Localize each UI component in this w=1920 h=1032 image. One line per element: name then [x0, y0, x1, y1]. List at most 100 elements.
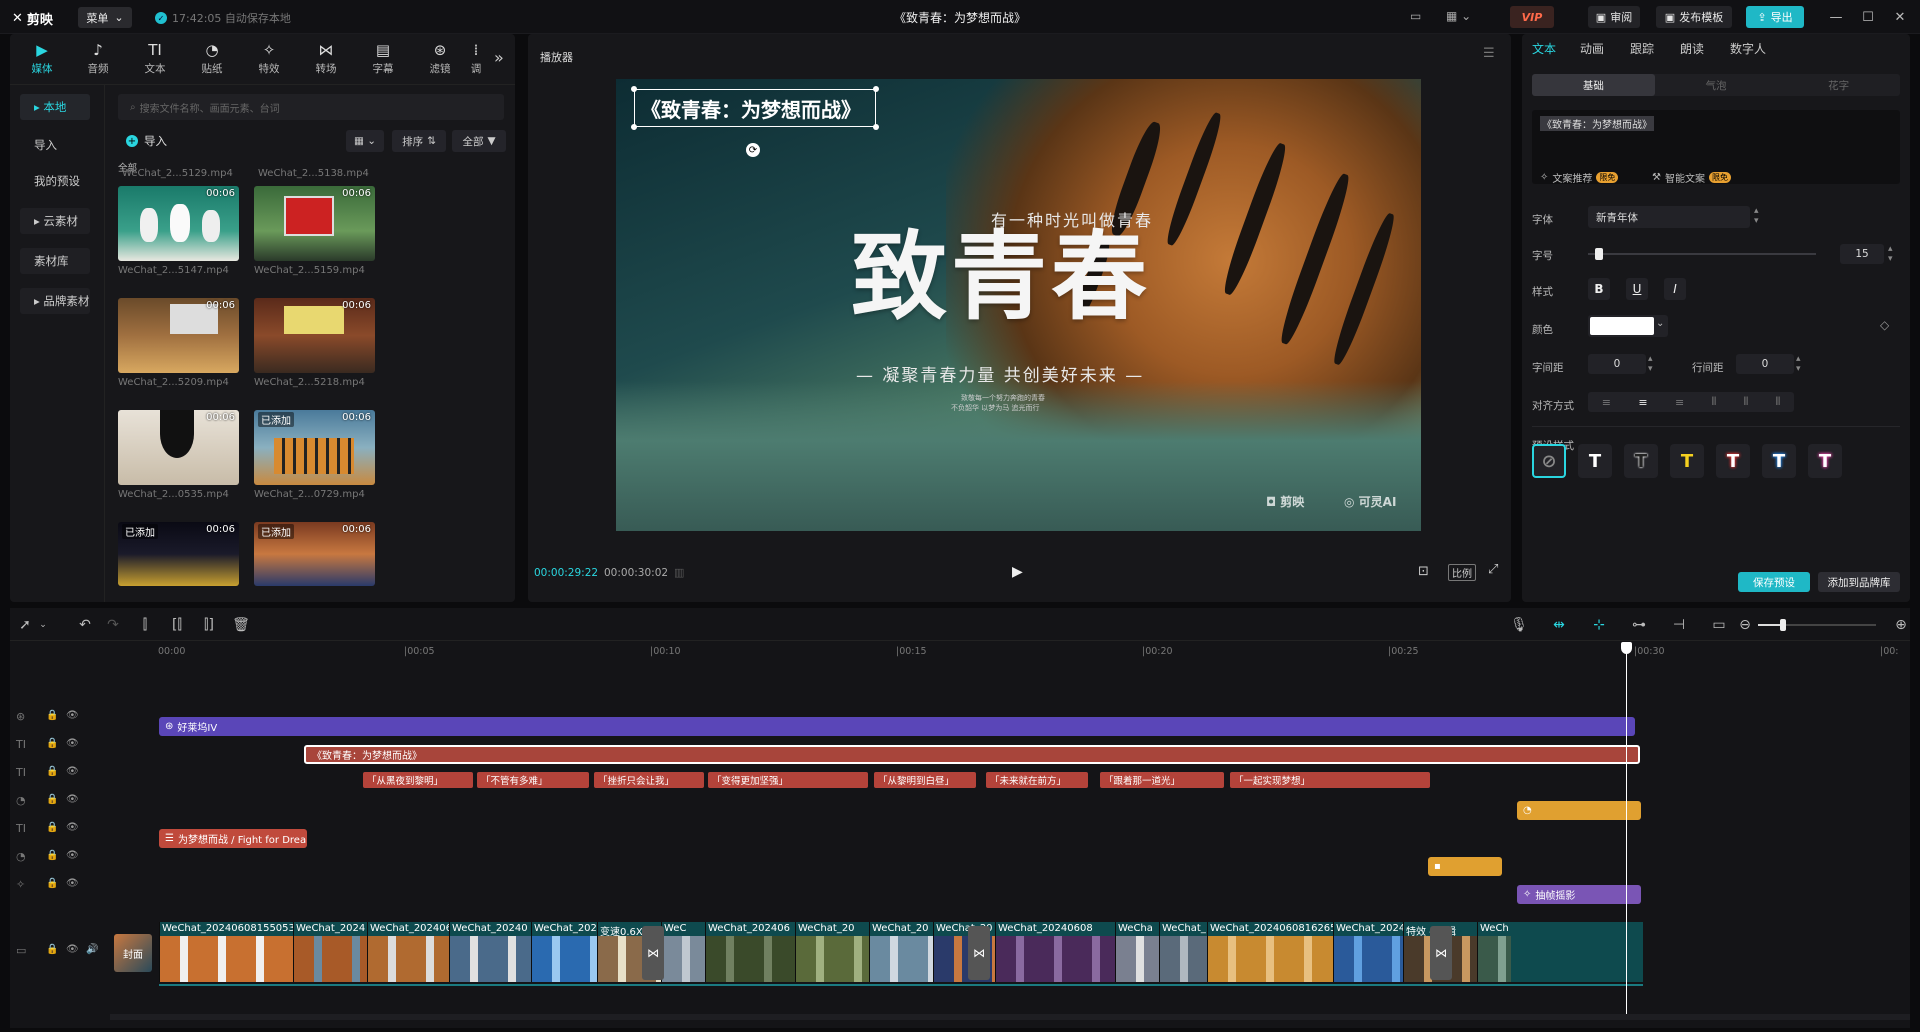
maximize-icon[interactable]: ☐: [1858, 8, 1878, 26]
lock-icon[interactable]: 🔒: [46, 822, 58, 833]
fullscreen-icon[interactable]: ⤢: [1488, 562, 1498, 577]
size-input[interactable]: 15: [1840, 244, 1884, 264]
ratio-button[interactable]: 比例: [1448, 564, 1476, 581]
effect-clip[interactable]: ✧ 抽帧摇影: [1517, 885, 1641, 904]
sidebar-item-local[interactable]: ▸ 本地: [20, 94, 90, 120]
media-item[interactable]: 00:06 WeChat_2...5159.mp4: [254, 186, 384, 276]
eye-icon[interactable]: 👁: [66, 944, 79, 955]
add-brand-button[interactable]: 添加到品牌库: [1818, 572, 1900, 592]
underline-button[interactable]: U: [1626, 278, 1648, 300]
play-icon[interactable]: ▶: [1012, 564, 1023, 580]
video-clip[interactable]: WeChat_20240608: [995, 922, 1115, 982]
horizontal-scrollbar[interactable]: [110, 1014, 1910, 1020]
media-item[interactable]: 00:06 WeChat_2...5218.mp4: [254, 298, 384, 388]
media-thumbnail[interactable]: 已添加 00:06: [254, 410, 375, 485]
video-clip[interactable]: WeC: [661, 922, 705, 982]
select-tool-icon[interactable]: ➚: [16, 616, 34, 634]
video-clip[interactable]: WeChat_202: [531, 922, 597, 982]
eye-icon[interactable]: 👁: [66, 794, 79, 805]
media-item[interactable]: 00:06 WeChat_2...5209.mp4: [118, 298, 248, 388]
title-text-clip[interactable]: 《致青春：为梦想而战》: [304, 745, 1640, 764]
eye-icon[interactable]: 👁: [66, 850, 79, 861]
tab-adjust[interactable]: ⁞ 调: [465, 39, 487, 79]
copy-recommend-button[interactable]: ✧ 文案推荐 限免: [1540, 170, 1619, 185]
subtitle-clip[interactable]: 「变得更加坚强」: [708, 772, 868, 788]
filter-all-button[interactable]: 全部 ▼: [452, 130, 506, 152]
sidebar-item-presets[interactable]: 我的预设: [20, 168, 90, 194]
tab-sticker[interactable]: ◔ 贴纸: [184, 39, 240, 79]
media-item[interactable]: 00:06 WeChat_2...5147.mp4: [118, 186, 248, 276]
letter-spacing-input[interactable]: 0: [1588, 354, 1646, 374]
tab-captions[interactable]: ▤ 字幕: [355, 39, 411, 79]
tab-transition[interactable]: ⋈ 转场: [298, 39, 354, 79]
media-item[interactable]: 已添加 00:06: [118, 522, 239, 586]
tab-filter[interactable]: ⊛ 滤镜: [412, 39, 468, 79]
resize-handle[interactable]: [631, 124, 637, 130]
tab-audio[interactable]: ♪ 音频: [70, 39, 126, 79]
lock-icon[interactable]: 🔒: [46, 944, 58, 955]
player-menu-icon[interactable]: ☰: [1483, 46, 1495, 61]
video-clip[interactable]: WeChat_: [1159, 922, 1207, 982]
sort-button[interactable]: 排序 ⇅: [392, 130, 446, 152]
video-clip[interactable]: WeCha: [1115, 922, 1159, 982]
tab-effects[interactable]: ✧ 特效: [241, 39, 297, 79]
resize-handle[interactable]: [873, 86, 879, 92]
sidebar-item-cloud[interactable]: ▸ 云素材: [20, 208, 90, 234]
lock-icon[interactable]: 🔒: [46, 850, 58, 861]
vertical-top-icon[interactable]: ⫴: [1712, 395, 1717, 409]
publish-template-button[interactable]: ▣ 发布模板: [1656, 6, 1732, 28]
tab-text[interactable]: TI 文本: [127, 39, 183, 79]
preset-style-6[interactable]: T: [1808, 444, 1842, 478]
video-clip[interactable]: WeChat_20: [795, 922, 869, 982]
media-thumbnail[interactable]: 00:06: [254, 186, 375, 261]
layout-grid-icon[interactable]: ▦ ⌄: [1446, 9, 1471, 23]
chevron-down-icon[interactable]: ⌄: [34, 616, 52, 634]
tab-text-props[interactable]: 文本: [1532, 40, 1556, 57]
vertical-bottom-icon[interactable]: ⫴: [1776, 395, 1781, 409]
subtitle-clip[interactable]: 「一起实现梦想」: [1230, 772, 1430, 788]
video-clip[interactable]: WeCh: [1477, 922, 1511, 982]
align-center-icon[interactable]: ≡: [1638, 396, 1647, 409]
tab-animation[interactable]: 动画: [1580, 40, 1604, 57]
playhead-handle[interactable]: [1621, 642, 1632, 654]
size-stepper-icon[interactable]: ▴ ▾: [1888, 244, 1893, 264]
tab-tracking[interactable]: 跟踪: [1630, 40, 1654, 57]
align-left-icon[interactable]: ≡: [1602, 396, 1611, 409]
subtitle-clip[interactable]: 「从黎明到白昼」: [874, 772, 976, 788]
vertical-center-icon[interactable]: ⫴: [1744, 395, 1749, 409]
playhead[interactable]: [1621, 642, 1632, 1018]
sticker-clip[interactable]: ◔: [1517, 801, 1641, 820]
music-text-clip[interactable]: ☰ 为梦想而战 / Fight for Drea: [159, 829, 307, 848]
sticker-clip[interactable]: ▪: [1428, 857, 1502, 876]
media-thumbnail[interactable]: 00:06: [254, 298, 375, 373]
media-item[interactable]: 00:06 WeChat_2...0535.mp4: [118, 410, 248, 500]
transition-icon[interactable]: ⋈: [968, 926, 990, 980]
video-clip[interactable]: WeChat_20240608162655: [1207, 922, 1333, 982]
search-input[interactable]: ⌕ 搜索文件名称、画面元素、台词: [118, 94, 504, 120]
more-tabs-icon[interactable]: »: [494, 48, 504, 67]
smart-copy-button[interactable]: ⚒ 智能文案 限免: [1652, 170, 1731, 185]
filter-clip[interactable]: ⊛ 好莱坞IV: [159, 717, 1635, 736]
transition-icon[interactable]: ⋈: [642, 926, 664, 980]
video-clip[interactable]: WeChat_20240: [449, 922, 531, 982]
redo-icon[interactable]: ↷: [104, 616, 122, 634]
resize-handle[interactable]: [873, 124, 879, 130]
resize-handle[interactable]: [631, 86, 637, 92]
media-item[interactable]: 已添加 00:06 WeChat_2...0729.mp4: [254, 410, 384, 500]
line-spacing-stepper-icon[interactable]: ▴ ▾: [1796, 354, 1801, 374]
video-clip[interactable]: WeChat_202406: [705, 922, 795, 982]
view-mode-button[interactable]: ▦ ⌄: [346, 130, 384, 152]
sidebar-item-library[interactable]: 素材库: [20, 248, 90, 274]
keyframe-icon[interactable]: ◇: [1880, 318, 1889, 332]
media-thumbnail[interactable]: 00:06: [118, 186, 239, 261]
split-icon[interactable]: ⫿: [136, 616, 154, 634]
tab-read-aloud[interactable]: 朗读: [1680, 40, 1704, 57]
size-slider-knob[interactable]: [1594, 248, 1603, 260]
text-selection-box[interactable]: 《致青春：为梦想而战》: [631, 86, 879, 130]
export-button[interactable]: ⇪ 导出: [1746, 6, 1804, 28]
align-right-icon[interactable]: ≡: [1675, 396, 1684, 409]
transition-icon[interactable]: ⋈: [1430, 926, 1452, 980]
line-spacing-input[interactable]: 0: [1736, 354, 1794, 374]
eye-icon[interactable]: 👁: [66, 710, 79, 721]
review-button[interactable]: ▣ 审阅: [1588, 6, 1640, 28]
